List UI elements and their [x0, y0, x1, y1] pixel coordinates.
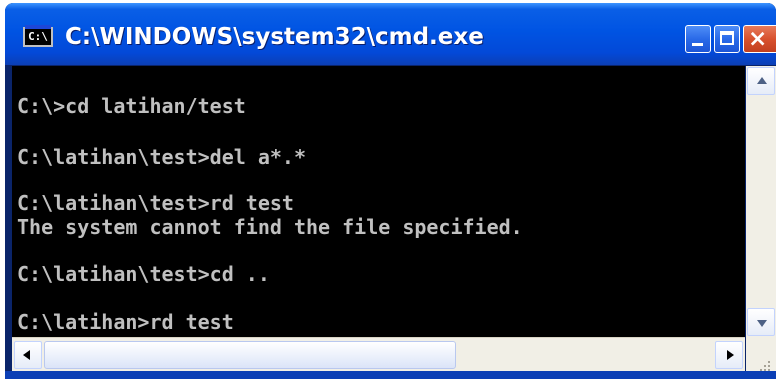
minimize-icon	[692, 43, 703, 46]
minimize-button[interactable]	[685, 25, 711, 53]
console-line: C:\latihan\test>cd ..	[17, 262, 270, 286]
arrow-down-icon	[757, 320, 767, 327]
arrow-right-icon	[727, 350, 734, 360]
scroll-left-button[interactable]	[14, 341, 42, 369]
icon-bar	[25, 25, 51, 29]
arrow-up-icon	[757, 77, 767, 84]
horizontal-scroll-thumb[interactable]	[44, 341, 456, 369]
scroll-up-button[interactable]	[747, 67, 775, 95]
vertical-scrollbar[interactable]	[746, 66, 776, 337]
vertical-scroll-track[interactable]	[747, 97, 775, 307]
console-line: The system cannot find the file specifie…	[17, 215, 523, 239]
scroll-down-button[interactable]	[747, 308, 775, 336]
resize-grip[interactable]	[746, 337, 776, 371]
window-title: C:\WINDOWS\system32\cmd.exe	[65, 24, 484, 50]
window-frame-bottom	[5, 371, 776, 379]
close-icon: ×	[748, 26, 768, 52]
maximize-icon	[720, 31, 734, 45]
scroll-right-button[interactable]	[715, 341, 743, 369]
horizontal-scrollbar[interactable]	[12, 337, 745, 371]
grip-dot	[768, 365, 770, 367]
console-line: C:\>cd latihan/test	[17, 94, 246, 118]
close-button[interactable]: ×	[743, 25, 776, 53]
arrow-left-icon	[23, 350, 30, 360]
console-line: C:\latihan\test>del a*.*	[17, 145, 306, 169]
cmd-icon[interactable]: C:\	[23, 25, 53, 47]
grip-dot	[764, 365, 766, 367]
maximize-button[interactable]	[714, 25, 740, 53]
console-line: C:\latihan\test>rd test	[17, 191, 294, 215]
title-bar[interactable]: C:\ C:\WINDOWS\system32\cmd.exe ×	[5, 3, 776, 65]
cmd-window: C:\ C:\WINDOWS\system32\cmd.exe × C:\>cd…	[5, 3, 776, 379]
grip-dot	[768, 361, 770, 363]
console-line: C:\latihan>rd test	[17, 310, 234, 334]
console-output[interactable]: C:\>cd latihan/test C:\latihan\test>del …	[12, 66, 745, 337]
icon-text: C:\	[28, 30, 48, 43]
